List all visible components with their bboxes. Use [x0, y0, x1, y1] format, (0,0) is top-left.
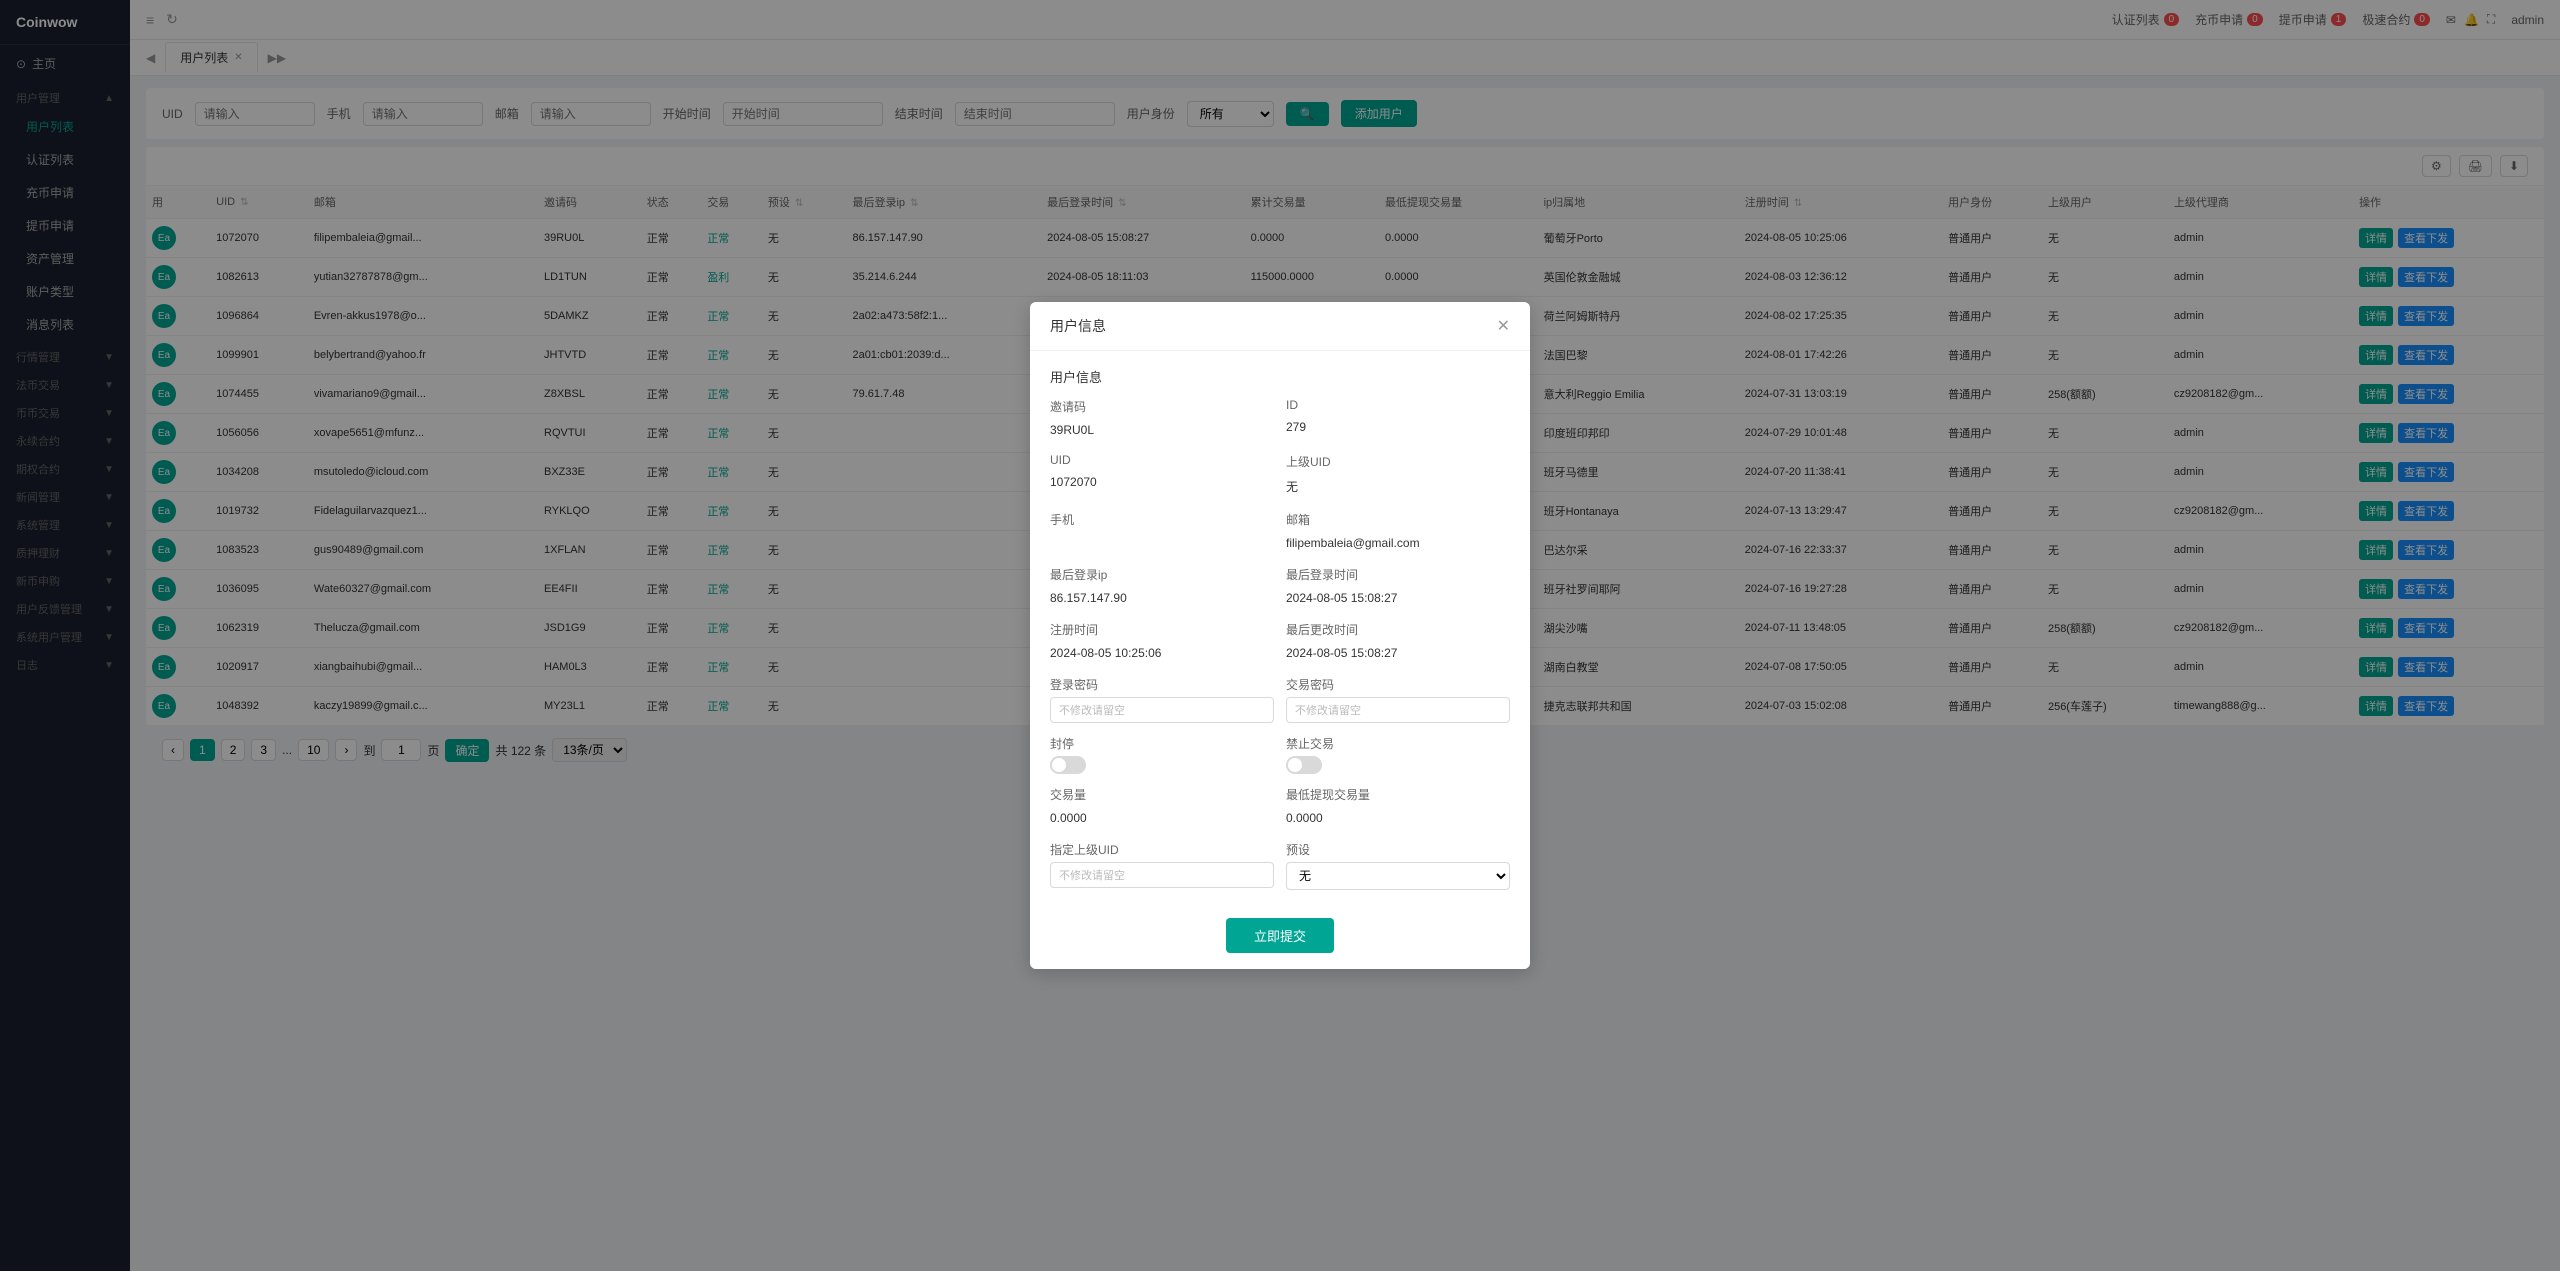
preset-label: 预设 — [1286, 841, 1510, 858]
trade-pwd-field: 交易密码 — [1286, 676, 1510, 723]
ban-trade-field: 禁止交易 — [1286, 735, 1510, 774]
parent-uid-assign-field: 指定上级UID — [1050, 841, 1274, 890]
modal-overlay[interactable]: 用户信息 ✕ 用户信息 邀请码 39RU0L ID 279 UID 107207… — [0, 0, 2560, 1271]
uid-field: UID 1072070 — [1050, 453, 1274, 499]
ban-trade-toggle-wrap — [1286, 756, 1510, 774]
modal-body: 用户信息 邀请码 39RU0L ID 279 UID 1072070 上级UID — [1030, 351, 1530, 906]
email-label: 邮箱 — [1286, 511, 1510, 528]
parent-uid-assign-label: 指定上级UID — [1050, 841, 1274, 858]
last-ip-label: 最后登录ip — [1050, 566, 1274, 583]
parent-uid-assign-input[interactable] — [1050, 862, 1274, 888]
login-pwd-input[interactable] — [1050, 697, 1274, 723]
trade-pwd-label: 交易密码 — [1286, 676, 1510, 693]
min-withdraw-field: 最低提现交易量 0.0000 — [1286, 786, 1510, 829]
last-ip-value: 86.157.147.90 — [1050, 587, 1274, 609]
parent-uid-field: 上级UID 无 — [1286, 453, 1510, 499]
last-login-label: 最后登录时间 — [1286, 566, 1510, 583]
ban-label: 封停 — [1050, 735, 1274, 752]
preset-select[interactable]: 无 盈利 亏损 — [1286, 862, 1510, 890]
modal-section-title: 用户信息 — [1050, 367, 1510, 386]
uid-label: UID — [1050, 453, 1274, 467]
trade-amount-value: 0.0000 — [1050, 807, 1274, 829]
min-withdraw-label: 最低提现交易量 — [1286, 786, 1510, 803]
login-pwd-field: 登录密码 — [1050, 676, 1274, 723]
submit-button[interactable]: 立即提交 — [1226, 918, 1334, 953]
parent-uid-value: 无 — [1286, 474, 1510, 499]
login-pwd-label: 登录密码 — [1050, 676, 1274, 693]
modal-footer: 立即提交 — [1030, 906, 1530, 969]
invite-code-field: 邀请码 39RU0L — [1050, 398, 1274, 441]
reg-time-label: 注册时间 — [1050, 621, 1274, 638]
uid-value: 1072070 — [1050, 471, 1274, 493]
last-edit-label: 最后更改时间 — [1286, 621, 1510, 638]
ban-toggle[interactable] — [1050, 756, 1086, 774]
email-field: 邮箱 filipembaleia@gmail.com — [1286, 511, 1510, 554]
user-info-modal: 用户信息 ✕ 用户信息 邀请码 39RU0L ID 279 UID 107207… — [1030, 302, 1530, 969]
phone-label: 手机 — [1050, 511, 1274, 528]
trade-amount-label: 交易量 — [1050, 786, 1274, 803]
modal-close-button[interactable]: ✕ — [1497, 316, 1510, 336]
parent-uid-label: 上级UID — [1286, 453, 1510, 470]
ban-toggle-wrap — [1050, 756, 1274, 774]
modal-header: 用户信息 ✕ — [1030, 302, 1530, 351]
ban-trade-label: 禁止交易 — [1286, 735, 1510, 752]
id-value: 279 — [1286, 416, 1510, 438]
trade-amount-field: 交易量 0.0000 — [1050, 786, 1274, 829]
trade-pwd-input[interactable] — [1286, 697, 1510, 723]
min-withdraw-value: 0.0000 — [1286, 807, 1510, 829]
phone-field: 手机 — [1050, 511, 1274, 554]
ban-trade-toggle[interactable] — [1286, 756, 1322, 774]
modal-title: 用户信息 — [1050, 316, 1106, 336]
phone-value — [1050, 532, 1274, 540]
invite-code-label: 邀请码 — [1050, 398, 1274, 415]
last-edit-field: 最后更改时间 2024-08-05 15:08:27 — [1286, 621, 1510, 664]
reg-time-field: 注册时间 2024-08-05 10:25:06 — [1050, 621, 1274, 664]
id-field: ID 279 — [1286, 398, 1510, 441]
ban-field: 封停 — [1050, 735, 1274, 774]
email-value: filipembaleia@gmail.com — [1286, 532, 1510, 554]
invite-code-value: 39RU0L — [1050, 419, 1274, 441]
last-edit-value: 2024-08-05 15:08:27 — [1286, 642, 1510, 664]
preset-field: 预设 无 盈利 亏损 — [1286, 841, 1510, 890]
form-grid: 邀请码 39RU0L ID 279 UID 1072070 上级UID 无 — [1050, 398, 1510, 890]
reg-time-value: 2024-08-05 10:25:06 — [1050, 642, 1274, 664]
last-login-field: 最后登录时间 2024-08-05 15:08:27 — [1286, 566, 1510, 609]
last-ip-field: 最后登录ip 86.157.147.90 — [1050, 566, 1274, 609]
last-login-value: 2024-08-05 15:08:27 — [1286, 587, 1510, 609]
id-label: ID — [1286, 398, 1510, 412]
